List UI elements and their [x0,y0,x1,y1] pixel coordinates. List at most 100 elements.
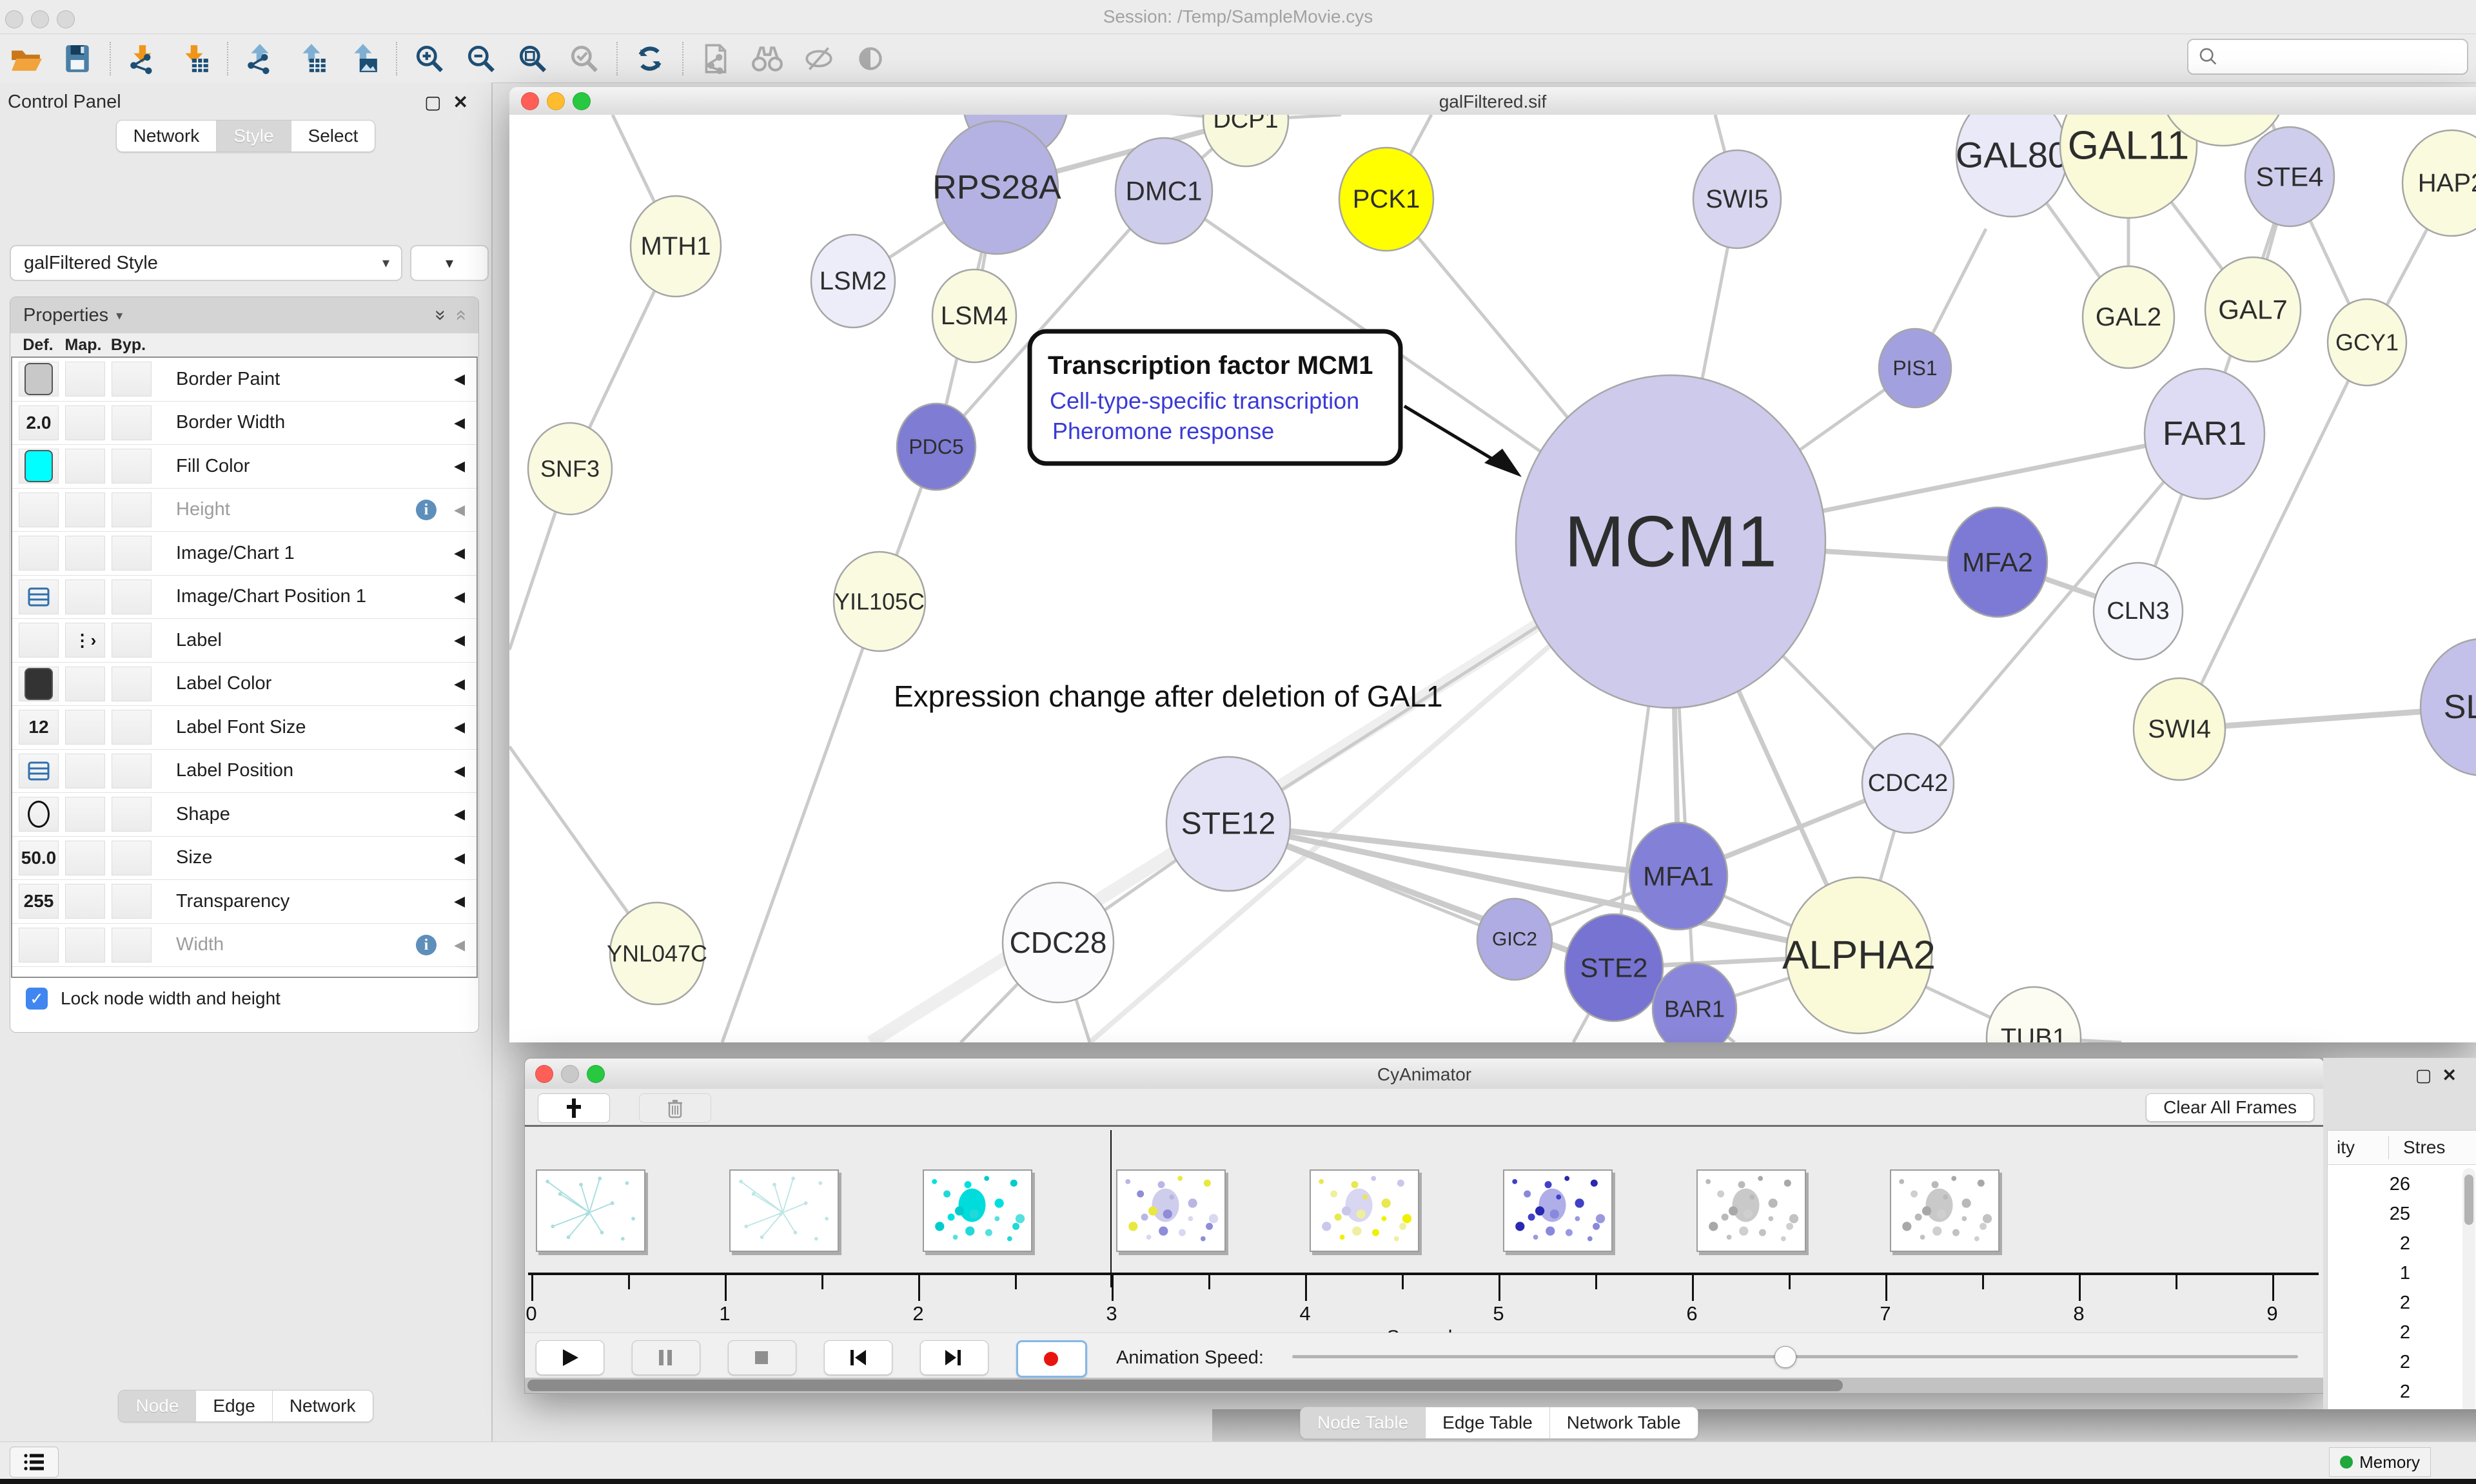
network-node-CDC28[interactable]: CDC28 [1003,883,1114,1002]
network-node-GCY1[interactable]: GCY1 [2328,299,2406,386]
panel-window-buttons[interactable]: ▢✕ [424,92,480,113]
bypass-cell[interactable] [112,493,152,527]
property-row-transparency[interactable]: 255Transparency◀ [12,880,477,924]
default-value-cell[interactable] [19,797,59,832]
expand-row-icon[interactable]: ◀ [454,937,465,953]
expand-row-icon[interactable]: ◀ [454,589,465,605]
bypass-cell[interactable] [112,797,152,832]
expand-row-icon[interactable]: ◀ [454,502,465,518]
tab-node-table[interactable]: Node Table [1301,1407,1426,1438]
network-node-SNF3[interactable]: SNF3 [528,423,612,514]
property-row-label[interactable]: ⋮›Label◀ [12,619,477,663]
property-row-height[interactable]: Heighti◀ [12,489,477,532]
expand-row-icon[interactable]: ◀ [454,371,465,387]
network-node-GAL2[interactable]: GAL2 [2083,266,2174,368]
default-value-cell[interactable]: 2.0 [19,405,59,440]
network-node-FAR1[interactable]: FAR1 [2145,369,2265,499]
mapping-cell[interactable] [65,580,105,614]
property-row-image-chart-1[interactable]: Image/Chart 1◀ [12,532,477,576]
network-node-GIC2[interactable]: GIC2 [1477,899,1552,980]
delete-frame-button[interactable] [639,1093,711,1123]
zoom-in-icon[interactable] [411,40,448,77]
network-node-GAL80[interactable]: GAL80 [1956,115,2068,217]
bypass-cell[interactable] [112,754,152,788]
property-row-size[interactable]: 50.0Size◀ [12,837,477,881]
default-value-cell[interactable]: 255 [19,884,59,919]
property-row-border-width[interactable]: 2.0Border Width◀ [12,402,477,445]
property-row-shape[interactable]: Shape◀ [12,793,477,837]
tab-network[interactable]: Network [273,1391,373,1421]
import-table-icon[interactable] [176,40,213,77]
default-value-cell[interactable] [19,928,59,962]
bypass-cell[interactable] [112,667,152,701]
timeline-frame-7[interactable] [1890,1169,1999,1252]
timeline-frame-0[interactable] [536,1169,645,1252]
search-input[interactable] [2187,39,2468,75]
expand-row-icon[interactable]: ◀ [454,806,465,823]
cyanimator-hscrollbar[interactable] [525,1378,2324,1393]
table-column-headers[interactable]: ity Stres [2328,1131,2476,1165]
zoom-fit-icon[interactable] [514,40,551,77]
network-node-MFA2[interactable]: MFA2 [1948,507,2047,617]
bypass-cell[interactable] [112,536,152,571]
timeline-frame-1[interactable] [729,1169,839,1252]
network-node-SWI5[interactable]: SWI5 [1693,150,1781,248]
pause-button[interactable] [632,1340,700,1375]
properties-header[interactable]: Properties ▾ » » [10,297,478,333]
bypass-cell[interactable] [112,362,152,396]
float-icon[interactable]: ▢ [2415,1066,2442,1085]
network-node-STE12[interactable]: STE12 [1166,757,1290,891]
close-icon[interactable]: ✕ [2442,1066,2467,1085]
float-icon[interactable]: ▢ [424,92,453,112]
network-file-icon[interactable] [697,40,734,77]
timeline-frame-2[interactable] [923,1169,1032,1252]
network-canvas[interactable]: DCP1RPS28ADMC1PCK1MTH1LSM2LSM4SWI5GAL80G… [509,115,2476,1042]
save-session-icon[interactable] [59,40,96,77]
network-node-MCM1[interactable]: MCM1 [1516,375,1825,708]
add-frame-button[interactable] [538,1093,610,1123]
network-node-LSM2[interactable]: LSM2 [811,235,895,327]
mapping-cell[interactable] [65,928,105,962]
info-icon[interactable]: i [416,500,437,520]
expand-row-icon[interactable]: ◀ [454,545,465,561]
default-value-cell[interactable] [19,449,59,483]
export-table-icon[interactable] [293,40,331,77]
export-image-icon[interactable] [345,40,382,77]
property-row-image-chart-position-1[interactable]: Image/Chart Position 1◀ [12,576,477,620]
network-node-ALPHA2[interactable]: ALPHA2 [1782,877,1936,1033]
animation-speed-slider[interactable] [1292,1355,2298,1358]
expand-row-icon[interactable]: ◀ [454,763,465,779]
network-node-BAR1[interactable]: BAR1 [1653,963,1736,1042]
scrollbar-thumb[interactable] [527,1380,1843,1391]
network-node-MFA1[interactable]: MFA1 [1629,823,1727,930]
binoculars-icon[interactable] [749,40,786,77]
property-row-label-font-size[interactable]: 12Label Font Size◀ [12,706,477,750]
network-node-STE2[interactable]: STE2 [1565,914,1663,1021]
canvas-text-annotation[interactable]: Expression change after deletion of GAL1 [894,679,1443,713]
export-network-icon[interactable] [242,40,279,77]
mapping-cell[interactable] [65,362,105,396]
tab-select[interactable]: Select [291,121,375,151]
network-node-GAL7[interactable]: GAL7 [2205,257,2301,362]
mapping-cell[interactable] [65,754,105,788]
annotation-link[interactable]: Pheromone response [1052,418,1274,444]
expand-row-icon[interactable]: ◀ [454,719,465,736]
expand-row-icon[interactable]: ◀ [454,415,465,431]
bypass-cell[interactable] [112,884,152,919]
skip-end-button[interactable] [920,1340,988,1375]
hide-labels-icon[interactable] [800,40,838,77]
mapping-cell[interactable] [65,710,105,745]
network-node-HAP2[interactable]: HAP2 [2402,130,2476,236]
network-node-CLN3[interactable]: CLN3 [2094,563,2183,659]
expand-row-icon[interactable]: ◀ [454,676,465,692]
record-button[interactable] [1016,1340,1087,1378]
timeline-frame-3[interactable] [1116,1169,1226,1252]
property-row-label-position[interactable]: Label Position◀ [12,750,477,794]
network-node-PIS1[interactable]: PIS1 [1879,329,1951,407]
default-value-cell[interactable] [19,667,59,701]
network-node-YNL047C[interactable]: YNL047C [607,903,707,1004]
zoom-out-icon[interactable] [462,40,500,77]
tab-style[interactable]: Style [217,121,291,151]
show-labels-icon[interactable] [852,40,889,77]
close-icon[interactable]: ✕ [453,92,480,112]
